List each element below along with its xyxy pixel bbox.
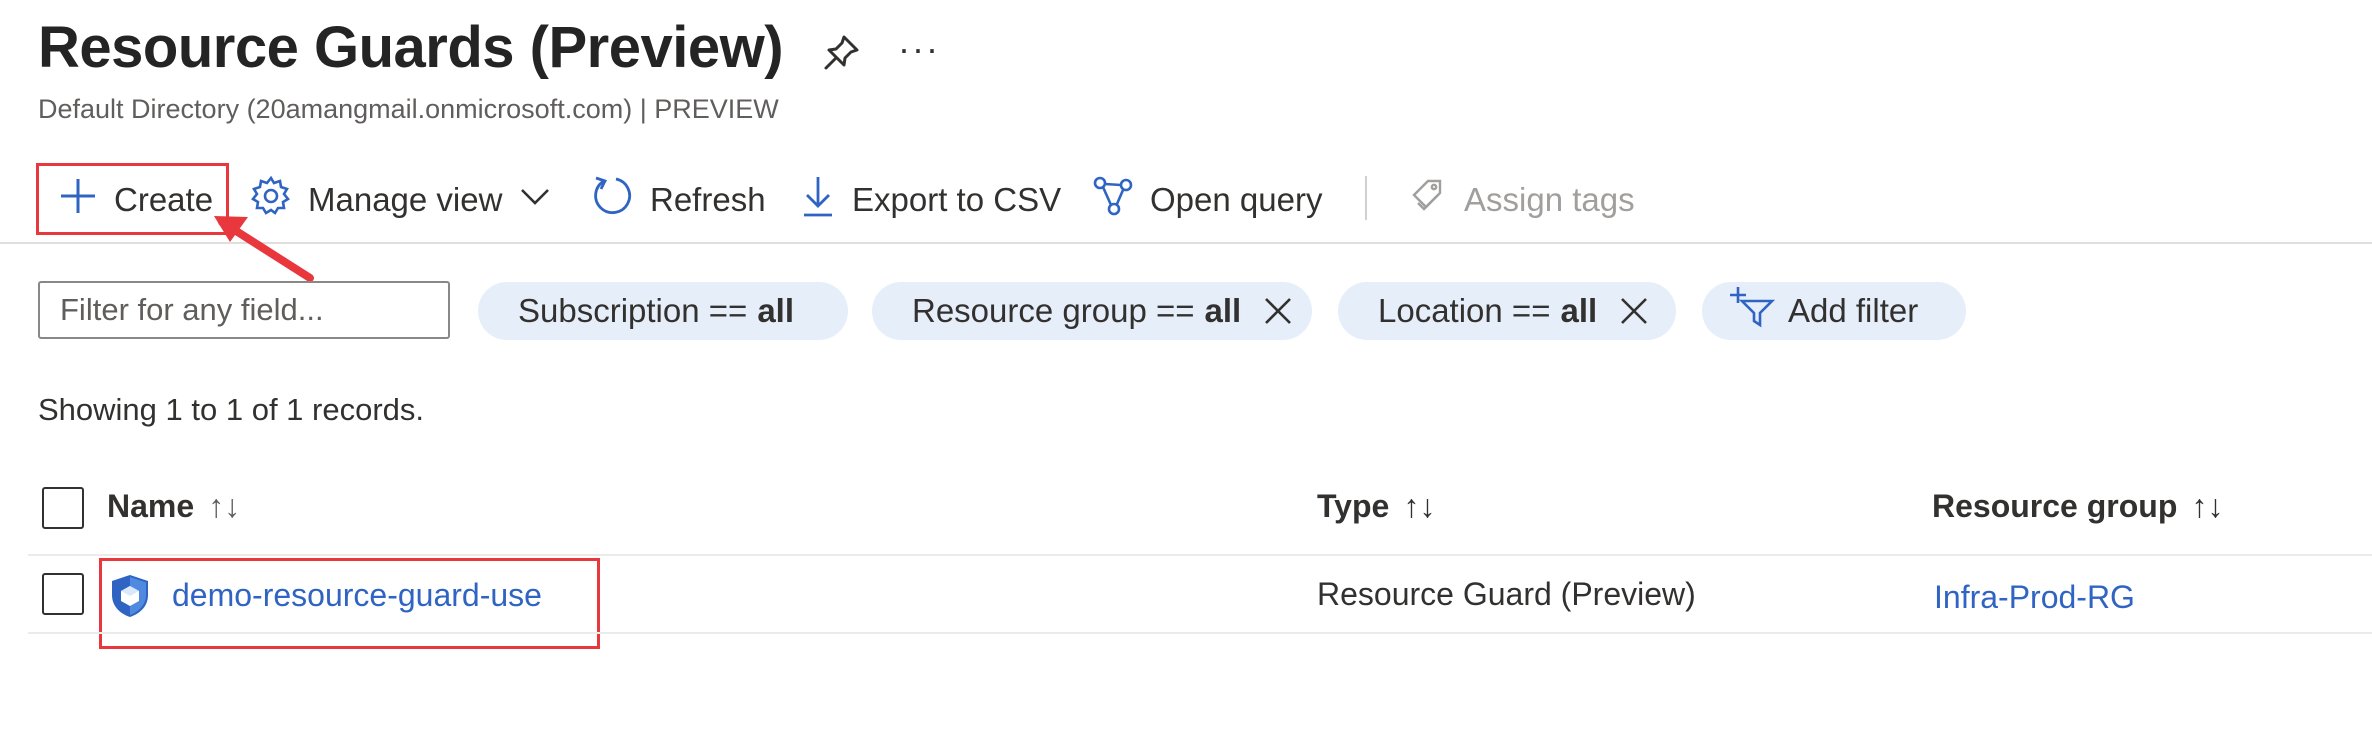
sort-icon: ↑↓ bbox=[2191, 488, 2224, 524]
subscription-filter-label: Subscription == bbox=[518, 292, 748, 329]
toolbar-divider bbox=[0, 242, 2372, 244]
close-icon[interactable] bbox=[1263, 296, 1293, 326]
download-icon bbox=[800, 174, 836, 226]
subscription-filter-value: all bbox=[757, 292, 795, 329]
column-header-type-label: Type bbox=[1317, 488, 1390, 524]
add-filter-icon bbox=[1728, 285, 1778, 337]
export-csv-button[interactable]: Export to CSV bbox=[800, 172, 1061, 228]
subscription-filter-pill[interactable]: Subscription == all bbox=[478, 282, 848, 340]
resource-group-filter-pill[interactable]: Resource group == all bbox=[872, 282, 1312, 340]
resource-group-link[interactable]: Infra-Prod-RG bbox=[1934, 579, 2135, 616]
annotation-arrow bbox=[214, 216, 314, 282]
manage-view-label: Manage view bbox=[308, 181, 503, 218]
location-filter-pill[interactable]: Location == all bbox=[1338, 282, 1676, 340]
pin-icon[interactable] bbox=[818, 30, 864, 76]
refresh-label: Refresh bbox=[650, 181, 766, 218]
add-filter-button[interactable]: Add filter bbox=[1702, 282, 1966, 340]
records-count: Showing 1 to 1 of 1 records. bbox=[38, 392, 425, 427]
location-filter-value: all bbox=[1560, 292, 1598, 329]
column-header-resource-group[interactable]: Resource group ↑↓ bbox=[1932, 488, 2223, 525]
row-checkbox[interactable] bbox=[42, 573, 84, 615]
resource-type-cell: Resource Guard (Preview) bbox=[1317, 576, 1696, 612]
close-icon[interactable] bbox=[1619, 296, 1649, 326]
column-header-name[interactable]: Name ↑↓ bbox=[107, 488, 240, 525]
open-query-button[interactable]: Open query bbox=[1092, 172, 1322, 228]
column-header-type[interactable]: Type ↑↓ bbox=[1317, 488, 1435, 525]
page-title: Resource Guards (Preview) bbox=[38, 15, 784, 80]
resource-group-filter-label: Resource group == bbox=[912, 292, 1195, 329]
filter-search-input[interactable] bbox=[38, 281, 450, 339]
refresh-icon bbox=[590, 174, 634, 226]
location-filter-label: Location == bbox=[1378, 292, 1551, 329]
add-filter-label: Add filter bbox=[1788, 292, 1919, 329]
chevron-down-icon bbox=[518, 179, 552, 221]
refresh-button[interactable]: Refresh bbox=[590, 172, 766, 228]
row-highlight-box bbox=[99, 558, 600, 649]
column-header-resource-group-label: Resource group bbox=[1932, 488, 2178, 524]
toolbar-separator bbox=[1365, 176, 1367, 220]
page-subtitle: Default Directory (20amangmail.onmicroso… bbox=[38, 94, 779, 124]
assign-tags-label: Assign tags bbox=[1464, 181, 1635, 218]
column-header-name-label: Name bbox=[107, 488, 195, 524]
sort-icon: ↑↓ bbox=[1403, 488, 1436, 524]
sort-icon: ↑↓ bbox=[208, 488, 241, 524]
tag-icon bbox=[1408, 175, 1448, 225]
query-graph-icon bbox=[1092, 175, 1134, 225]
select-all-checkbox[interactable] bbox=[42, 487, 84, 529]
row-divider bbox=[28, 632, 2372, 634]
open-query-label: Open query bbox=[1150, 181, 1323, 218]
export-csv-label: Export to CSV bbox=[852, 181, 1062, 218]
assign-tags-button[interactable]: Assign tags bbox=[1408, 172, 1635, 228]
resource-group-filter-value: all bbox=[1204, 292, 1242, 329]
more-options-button[interactable]: ··· bbox=[898, 28, 940, 70]
